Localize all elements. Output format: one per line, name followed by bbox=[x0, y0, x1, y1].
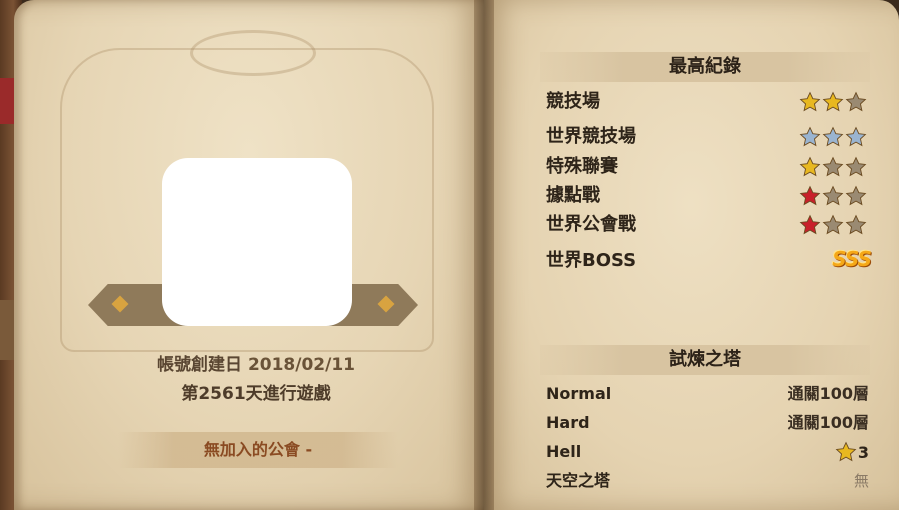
tower-value: 通關100層 bbox=[787, 384, 869, 403]
tower-row: 天空之塔 無 bbox=[546, 468, 871, 494]
star-icon bbox=[845, 91, 867, 112]
record-label: 世界公會戰 bbox=[546, 214, 636, 235]
created-date: 2018/02/11 bbox=[247, 355, 355, 375]
star-rating bbox=[799, 185, 867, 207]
star-icon bbox=[822, 156, 844, 177]
tower-value-text: 3 bbox=[857, 442, 869, 462]
star-icon bbox=[799, 91, 821, 112]
star-icon bbox=[845, 156, 867, 177]
tower-row: Hell 3 bbox=[546, 439, 871, 465]
star-icon bbox=[845, 185, 867, 206]
record-label: 據點戰 bbox=[546, 185, 600, 206]
record-label: 特殊聯賽 bbox=[546, 156, 618, 177]
record-label: 競技場 bbox=[546, 91, 600, 112]
book-gutter bbox=[474, 0, 494, 510]
record-row: 世界BOSS SSS bbox=[546, 247, 872, 275]
tower-value: 通關100層 bbox=[787, 413, 869, 432]
created-label: 帳號創建日 bbox=[157, 355, 243, 375]
star-rating bbox=[799, 156, 867, 178]
guild-label: 無加入的公會 bbox=[203, 440, 300, 459]
star-icon bbox=[822, 126, 844, 147]
frame-ornament-icon bbox=[190, 30, 316, 76]
tower-title: 試煉之塔 bbox=[540, 345, 870, 375]
record-row: 競技場 bbox=[546, 88, 871, 116]
star-icon bbox=[799, 156, 821, 177]
star-icon bbox=[822, 91, 844, 112]
guild-value: - bbox=[305, 440, 313, 459]
avatar[interactable] bbox=[162, 158, 352, 326]
profile-book: 帳號創建日 2018/02/11 第2561天進行遊戲 無加入的公會 - 最高紀… bbox=[0, 0, 899, 510]
star-icon bbox=[822, 185, 844, 206]
tower-label: Hard bbox=[546, 413, 590, 432]
rank-badge: SSS bbox=[832, 247, 872, 271]
record-row: 特殊聯賽 bbox=[546, 153, 871, 181]
guild-status[interactable]: 無加入的公會 - bbox=[118, 432, 398, 468]
star-icon bbox=[799, 185, 821, 206]
account-created: 帳號創建日 2018/02/11 bbox=[0, 350, 512, 375]
ribbon-diamond-icon bbox=[111, 295, 129, 313]
star-icon bbox=[835, 441, 857, 462]
record-label: 世界BOSS bbox=[546, 250, 637, 271]
record-row: 據點戰 bbox=[546, 182, 871, 210]
record-label: 世界競技場 bbox=[546, 126, 636, 147]
tower-label: Normal bbox=[546, 384, 612, 403]
star-rating bbox=[799, 214, 867, 236]
star-rating bbox=[799, 91, 867, 113]
tower-label: 天空之塔 bbox=[546, 471, 611, 490]
star-icon bbox=[822, 214, 844, 235]
star-rating bbox=[799, 126, 867, 148]
record-row: 世界公會戰 bbox=[546, 211, 871, 239]
star-icon bbox=[799, 214, 821, 235]
tower-value: 3 bbox=[835, 441, 869, 463]
records-title: 最高紀錄 bbox=[540, 52, 870, 82]
record-row: 世界競技場 bbox=[546, 123, 871, 151]
star-icon bbox=[845, 214, 867, 235]
ribbon-diamond-icon bbox=[377, 295, 395, 313]
days-played: 第2561天進行遊戲 bbox=[181, 384, 331, 404]
star-icon bbox=[799, 126, 821, 147]
tower-row: Hard 通關100層 bbox=[546, 410, 871, 436]
tower-label: Hell bbox=[546, 442, 582, 461]
tower-value: 無 bbox=[853, 472, 869, 490]
tower-row: Normal 通關100層 bbox=[546, 381, 871, 407]
star-icon bbox=[845, 126, 867, 147]
